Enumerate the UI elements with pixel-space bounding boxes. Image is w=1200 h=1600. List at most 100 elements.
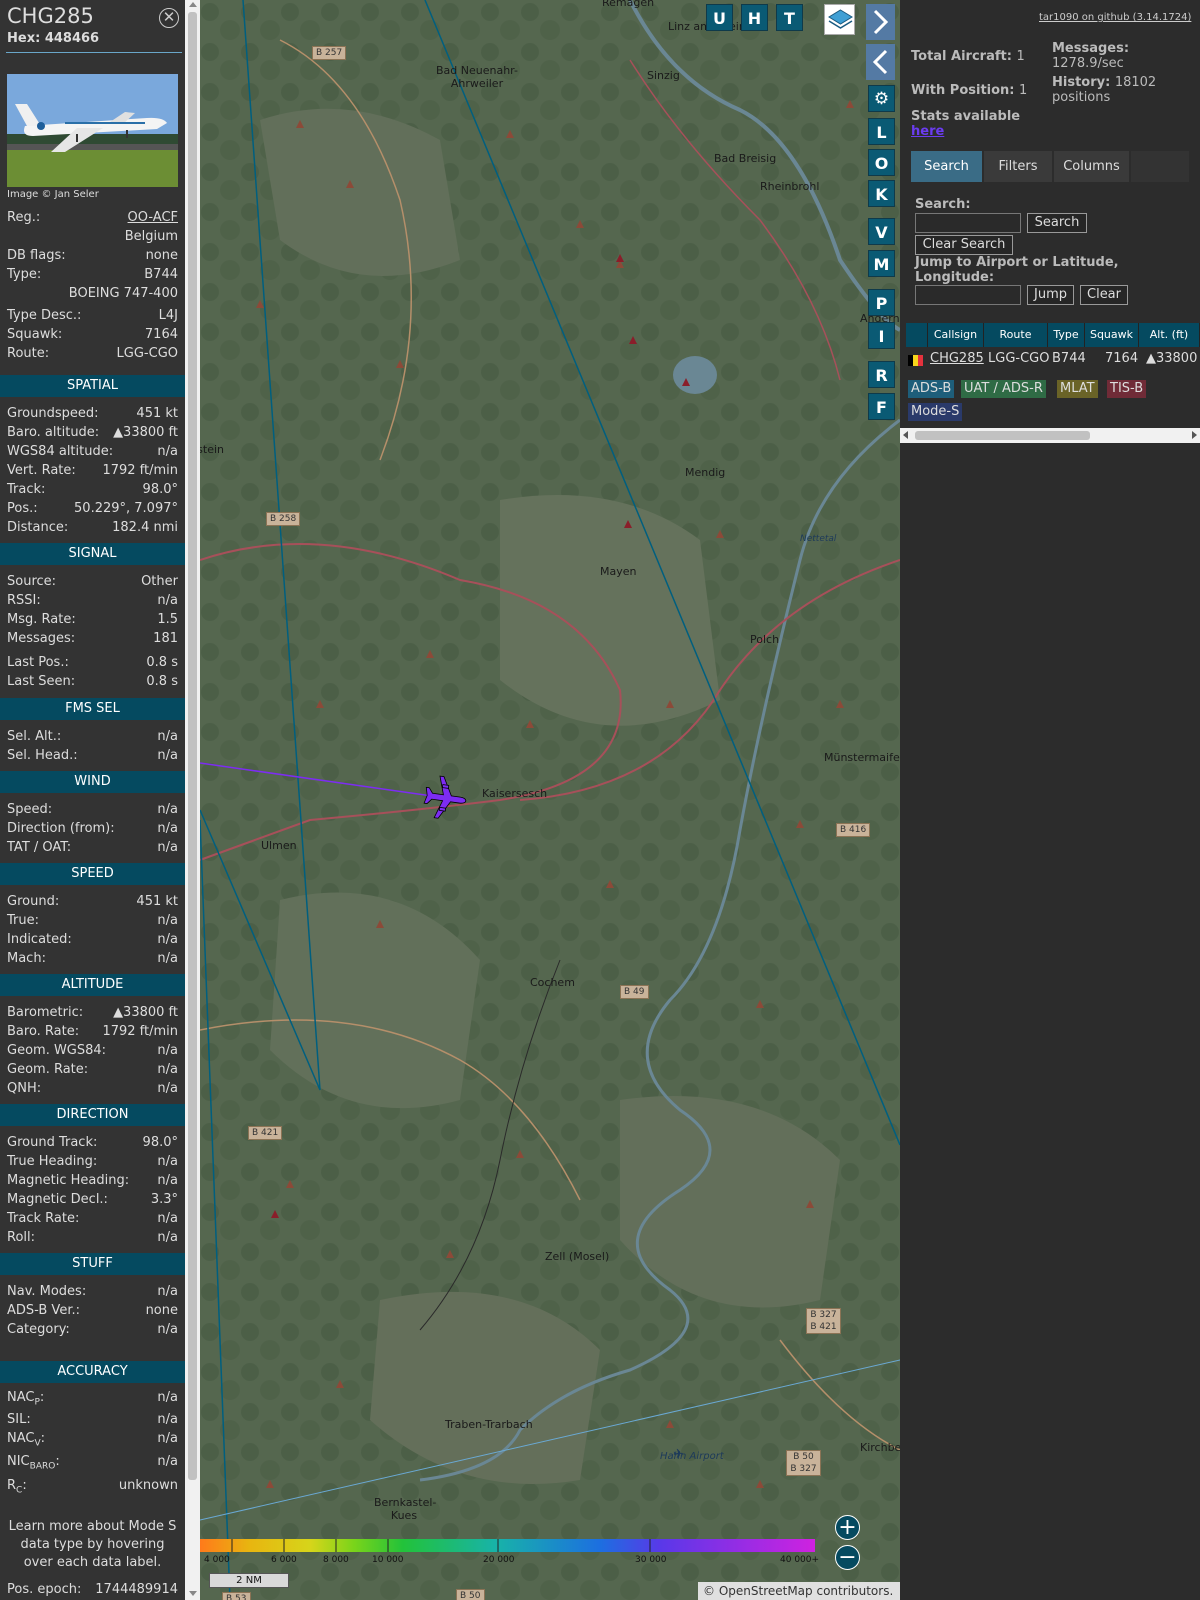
belgium-flag-icon: [908, 353, 923, 366]
type-label: Type:: [7, 267, 42, 282]
scroll-right-icon[interactable]: [1192, 431, 1197, 439]
close-icon[interactable]: ✕: [159, 8, 179, 28]
button-o[interactable]: O: [868, 149, 895, 176]
horizontal-scrollbar-thumb[interactable]: [915, 431, 1090, 440]
search-button[interactable]: Search: [1027, 213, 1087, 233]
layers-icon[interactable]: [824, 4, 855, 35]
section-spatial: SPATIAL: [0, 375, 185, 397]
clear-jump-button[interactable]: Clear: [1080, 285, 1128, 305]
button-k[interactable]: K: [868, 180, 895, 207]
search-input[interactable]: [915, 213, 1021, 233]
aircraft-photo[interactable]: [7, 74, 178, 187]
map-label-place: Bad Breisig: [714, 152, 777, 165]
column-header[interactable]: Type: [1048, 323, 1085, 347]
legend-tick: 6 000: [271, 1555, 297, 1565]
collapse-sidebar-icon[interactable]: [866, 44, 895, 80]
aircraft-list-panel: tar1090 on github (3.14.1724) Total Airc…: [900, 0, 1200, 1600]
info-label: ADS-B Ver.:: [7, 1303, 80, 1318]
button-f[interactable]: F: [868, 393, 895, 420]
column-header[interactable]: Alt. (ft): [1139, 323, 1200, 347]
button-l[interactable]: L: [868, 118, 895, 145]
info-label: Pos.:: [7, 501, 38, 516]
jump-input[interactable]: [915, 285, 1021, 305]
nicbaro-label[interactable]: NICBARO:: [7, 1452, 60, 1477]
row-callsign[interactable]: CHG285: [930, 349, 984, 369]
selected-callsign: CHG285: [7, 4, 94, 28]
info-row: True Heading: n/a: [7, 1152, 178, 1171]
legend-tick: 40 000+: [780, 1555, 820, 1565]
sil-label[interactable]: SIL:: [7, 1410, 31, 1429]
info-row: Baro. altitude: ▲33800 ft: [7, 423, 178, 442]
map-label-place: Nettetal: [800, 534, 837, 544]
info-value: n/a: [157, 444, 178, 459]
aircraft-marker-icon[interactable]: [422, 775, 468, 821]
sidebar-scrollbar[interactable]: [185, 0, 200, 1600]
tab-extra[interactable]: [1131, 151, 1189, 182]
info-value: 98.0°: [142, 1135, 178, 1150]
info-row: Source: Other: [7, 572, 178, 591]
nicbaro-value: n/a: [157, 1454, 178, 1469]
info-row: Category: n/a: [7, 1320, 178, 1339]
scroll-up-icon[interactable]: [189, 2, 197, 7]
map-label-place: Kirchberg: [860, 1441, 900, 1454]
info-label: TAT / OAT:: [7, 840, 72, 855]
rc-label[interactable]: RC:: [7, 1476, 27, 1501]
table-horizontal-scrollbar[interactable]: [900, 428, 1200, 443]
column-header[interactable]: Callsign: [928, 323, 984, 347]
map-view[interactable]: Remagen Linz am Rhein Bad Neuenahr-Ahrwe…: [200, 0, 900, 1600]
settings-gear-icon[interactable]: ⚙: [868, 85, 895, 112]
source-legend-uat: UAT / ADS-R: [961, 380, 1046, 398]
sil-row: SIL: n/a: [7, 1410, 178, 1429]
jump-button[interactable]: Jump: [1027, 285, 1074, 305]
road-shield: B 53: [222, 1592, 251, 1600]
section-wind: WIND: [0, 771, 185, 793]
github-link[interactable]: tar1090 on github (3.14.1724): [1039, 12, 1191, 23]
scroll-left-icon[interactable]: [903, 431, 908, 439]
info-value: 451 kt: [136, 406, 178, 421]
nacv-label[interactable]: NACV:: [7, 1429, 45, 1454]
button-v[interactable]: V: [868, 218, 895, 245]
flag-column-header[interactable]: [906, 323, 928, 347]
section-altitude: ALTITUDE: [0, 974, 185, 996]
button-p[interactable]: P: [868, 289, 895, 316]
info-label: Messages:: [7, 631, 76, 646]
button-h[interactable]: H: [741, 4, 768, 31]
zoom-in-button[interactable]: +: [835, 1515, 860, 1540]
info-label: Vert. Rate:: [7, 463, 76, 478]
info-row: Vert. Rate: 1792 ft/min: [7, 461, 178, 480]
button-r[interactable]: R: [868, 361, 895, 388]
button-m[interactable]: M: [868, 250, 895, 277]
button-t[interactable]: T: [776, 4, 803, 31]
info-value: 1792 ft/min: [102, 463, 178, 478]
dbflags-value: none: [145, 248, 178, 263]
info-value: 3.3°: [150, 1192, 178, 1207]
info-value: ▲33800 ft: [113, 1005, 178, 1020]
info-value: n/a: [157, 748, 178, 763]
column-header[interactable]: Route: [984, 323, 1048, 347]
zoom-out-button[interactable]: −: [835, 1545, 860, 1570]
info-row: Groundspeed: 451 kt: [7, 404, 178, 423]
country-row: Belgium: [7, 227, 178, 246]
tab-search[interactable]: Search: [911, 151, 982, 182]
info-value: 181: [153, 631, 178, 646]
legend-tick: 20 000: [483, 1555, 515, 1565]
nicbaro-row: NICBARO: n/a: [7, 1452, 178, 1472]
button-i[interactable]: I: [868, 322, 895, 349]
scrollbar-thumb[interactable]: [188, 12, 197, 1480]
column-header[interactable]: Squawk: [1085, 323, 1139, 347]
nacp-label[interactable]: NACP:: [7, 1388, 44, 1413]
map-attribution[interactable]: © OpenStreetMap contributors.: [698, 1582, 900, 1600]
info-label: Msg. Rate:: [7, 612, 76, 627]
button-u[interactable]: U: [706, 4, 733, 31]
info-value: 98.0°: [142, 482, 178, 497]
stats-here-link[interactable]: here: [911, 124, 944, 139]
tab-filters[interactable]: Filters: [984, 151, 1052, 182]
tab-columns[interactable]: Columns: [1054, 151, 1129, 182]
info-row: Messages: 181: [7, 629, 178, 648]
registration-link[interactable]: OO-ACF: [128, 208, 178, 227]
scroll-down-icon[interactable]: [189, 1591, 197, 1596]
clear-search-button[interactable]: Clear Search: [915, 235, 1013, 255]
country-value: Belgium: [124, 229, 178, 244]
info-value: 1.5: [157, 612, 178, 627]
expand-sidebar-icon[interactable]: [866, 4, 895, 40]
